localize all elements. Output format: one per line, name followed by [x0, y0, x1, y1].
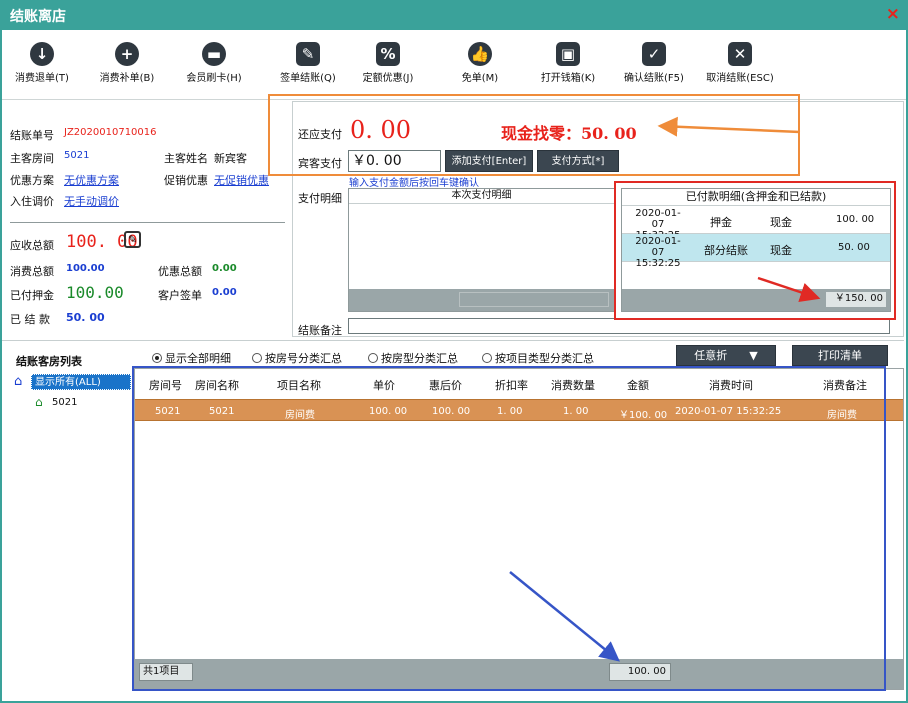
tree-room-5021[interactable]: 5021 — [52, 397, 77, 408]
promo-label: 促销优惠 — [164, 174, 208, 187]
sign-value: 0.00 — [212, 287, 237, 298]
sign-bill-button[interactable]: ✎ 签单结账(Q) — [268, 36, 348, 98]
edit-icon[interactable]: ✎ — [124, 231, 141, 248]
deposit-value: 100.00 — [66, 283, 124, 302]
home-icon: ⌂ — [14, 374, 23, 389]
radio-by-item-type[interactable]: 按项目类型分类汇总 — [482, 350, 594, 366]
thumb-icon: 👍 — [468, 42, 492, 66]
consume-value: 100.00 — [66, 263, 105, 274]
consume-label: 消费总额 — [10, 265, 54, 278]
tree-all[interactable]: 显示所有(ALL) — [31, 374, 131, 390]
deposit-label: 已付押金 — [10, 289, 54, 302]
close-icon[interactable]: × — [886, 4, 900, 24]
detail-footer — [349, 289, 614, 311]
download-icon: ↓ — [30, 42, 54, 66]
title-bar — [0, 0, 908, 30]
sign-label: 客户签单 — [158, 289, 202, 302]
refund-button[interactable]: ↓ 消费退单(T) — [2, 36, 82, 98]
wallet-icon: ▣ — [556, 42, 580, 66]
print-list-button[interactable]: 打印清单 — [792, 345, 888, 366]
settled-label: 已 结 款 — [10, 313, 50, 326]
room-label: 主客房间 — [10, 152, 54, 165]
discount-plan-label: 优惠方案 — [10, 174, 54, 187]
member-card-button[interactable]: ▬ 会员刷卡(H) — [174, 36, 254, 98]
orange-highlight-box — [268, 94, 800, 176]
pay-hint: 输入支付金额后按回车键确认 — [349, 178, 479, 189]
confirm-checkout-button[interactable]: ✓ 确认结账(F5) — [614, 36, 694, 98]
window-title: 结账离店 — [10, 9, 66, 25]
fixed-discount-button[interactable]: % 定额优惠(J) — [348, 36, 428, 98]
free-bill-button[interactable]: 👍 免单(M) — [440, 36, 520, 98]
blue-highlight-box — [132, 366, 886, 691]
percent-icon: % — [376, 42, 400, 66]
card-icon: ▬ — [202, 42, 226, 66]
payment-detail-table: 本次支付明细 — [348, 188, 615, 312]
room-value: 5021 — [64, 150, 90, 161]
discount-total-label: 优惠总额 — [158, 265, 202, 278]
detail-label: 支付明细 — [298, 192, 342, 205]
sign-icon: ✎ — [296, 42, 320, 66]
guest-value: 新宾客 — [214, 152, 247, 165]
check-icon: ✓ — [642, 42, 666, 66]
receivable-label: 应收总额 — [10, 239, 54, 252]
bill-no-label: 结账单号 — [10, 129, 54, 142]
detail-header: 本次支付明细 — [349, 189, 614, 204]
promo-link[interactable]: 无促销优惠 — [214, 172, 269, 188]
add-order-button[interactable]: + 消费补单(B) — [87, 36, 167, 98]
plus-icon: + — [115, 42, 139, 66]
home-icon: ⌂ — [35, 395, 43, 409]
discount-plan-link[interactable]: 无优惠方案 — [64, 172, 119, 188]
guest-label: 主客姓名 — [164, 152, 208, 165]
remark-input[interactable] — [348, 318, 890, 334]
price-adj-label: 入住调价 — [10, 195, 54, 208]
divider — [10, 222, 285, 223]
discount-total-value: 0.00 — [212, 263, 237, 274]
radio-by-room-type[interactable]: 按房型分类汇总 — [368, 350, 458, 366]
red-highlight-box — [614, 181, 896, 320]
cancel-checkout-button[interactable]: ✕ 取消结账(ESC) — [700, 36, 780, 98]
toolbar: ↓ 消费退单(T) + 消费补单(B) ▬ 会员刷卡(H) ✎ 签单结账(Q) % 定额优… — [2, 30, 906, 100]
cancel-icon: ✕ — [728, 42, 752, 66]
radio-show-all[interactable]: 显示全部明细 — [152, 350, 231, 366]
remark-label: 结账备注 — [298, 324, 342, 337]
settled-value: 50. 00 — [66, 311, 105, 324]
filter-bar: 结账客房列表 显示全部明细 按房号分类汇总 按房型分类汇总 按项目类型分类汇总 … — [2, 340, 904, 370]
price-adj-link[interactable]: 无手动调价 — [64, 193, 119, 209]
bill-info-panel: 结账单号 JZ2020010710016 主客房间 5021 主客姓名 新宾客 … — [2, 101, 291, 337]
bill-no: JZ2020010710016 — [64, 127, 157, 138]
chevron-down-icon: ▼ — [749, 349, 758, 362]
room-tree: ⌂ 显示所有(ALL) ⌂ 5021 — [4, 368, 132, 690]
open-cashbox-button[interactable]: ▣ 打开钱箱(K) — [528, 36, 608, 98]
radio-by-room[interactable]: 按房号分类汇总 — [252, 350, 342, 366]
any-discount-button[interactable]: 任意折 ▼ — [676, 345, 776, 366]
tree-title: 结账客房列表 — [16, 355, 82, 368]
